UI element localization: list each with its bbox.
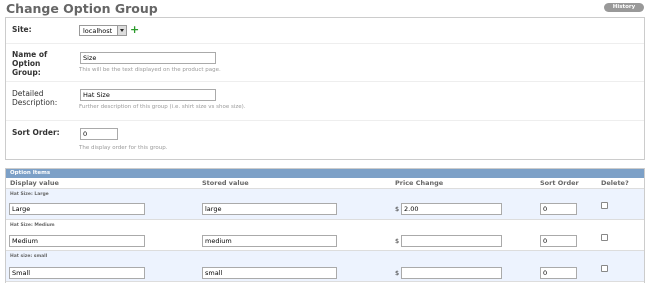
name-label-line: Group:	[12, 68, 41, 77]
name-help-text: This will be the text displayed on the p…	[79, 67, 221, 73]
currency-symbol: $	[395, 205, 400, 213]
delete-checkbox[interactable]	[601, 202, 608, 209]
description-label-line: Description:	[12, 98, 58, 107]
column-header-delete: Delete?	[601, 179, 629, 187]
option-group-fieldset: Site: localhost + Name of Option Group: …	[5, 17, 645, 160]
description-label: Detailed Description:	[12, 89, 57, 107]
column-header-stored-value: Stored value	[202, 179, 249, 187]
site-row: Site: localhost +	[6, 18, 644, 44]
delete-checkbox[interactable]	[601, 234, 608, 241]
sort-order-item-input[interactable]	[540, 267, 577, 279]
name-row: Name of Option Group: This will be the t…	[6, 44, 644, 82]
column-header-price-change: Price Change	[395, 179, 444, 187]
column-header-sort-order: Sort Order	[540, 179, 579, 187]
delete-checkbox[interactable]	[601, 265, 608, 272]
sort-order-row: Sort Order: The display order for this g…	[6, 121, 644, 159]
site-select[interactable]: localhost	[79, 25, 127, 36]
currency-symbol: $	[395, 237, 400, 245]
history-button[interactable]: History	[604, 3, 644, 12]
stored-value-input[interactable]	[202, 235, 337, 247]
site-label: Site:	[12, 25, 32, 34]
chevron-down-icon	[117, 26, 126, 35]
sort-order-help-text: The display order for this group.	[79, 145, 168, 151]
table-row: Hat size: small $	[6, 251, 644, 282]
name-label-line: Name of	[12, 50, 48, 59]
price-change-input[interactable]	[401, 235, 502, 247]
page-title: Change Option Group	[6, 1, 158, 16]
add-site-icon[interactable]: +	[130, 24, 139, 35]
column-header-display-value: Display value	[10, 179, 59, 187]
price-change-input[interactable]	[401, 267, 502, 279]
currency-symbol: $	[395, 269, 400, 277]
display-value-input[interactable]	[9, 203, 145, 215]
item-title: Hat size: small	[10, 254, 48, 259]
description-help-text: Further description of this group (i.e. …	[79, 104, 246, 110]
site-select-value: localhost	[83, 27, 113, 35]
description-label-line: Detailed	[12, 89, 44, 98]
table-row: Hat Size: Medium $	[6, 220, 644, 251]
option-items-header: Option Items	[6, 169, 644, 178]
name-input[interactable]	[80, 52, 216, 64]
sort-order-label: Sort Order:	[12, 128, 60, 137]
description-row: Detailed Description: Further descriptio…	[6, 82, 644, 121]
item-title: Hat Size: Large	[10, 192, 49, 197]
display-value-input[interactable]	[9, 267, 145, 279]
price-change-input[interactable]	[401, 203, 502, 215]
stored-value-input[interactable]	[202, 203, 337, 215]
stored-value-input[interactable]	[202, 267, 337, 279]
name-label-line: Option	[12, 59, 41, 68]
option-items-module: Option Items Display value Stored value …	[5, 168, 645, 283]
description-input[interactable]	[80, 89, 216, 101]
display-value-input[interactable]	[9, 235, 145, 247]
sort-order-item-input[interactable]	[540, 235, 577, 247]
sort-order-item-input[interactable]	[540, 203, 577, 215]
table-row: Hat Size: Large $	[6, 189, 644, 220]
name-label: Name of Option Group:	[12, 50, 47, 77]
item-title: Hat Size: Medium	[10, 223, 55, 228]
sort-order-input[interactable]	[80, 128, 118, 140]
